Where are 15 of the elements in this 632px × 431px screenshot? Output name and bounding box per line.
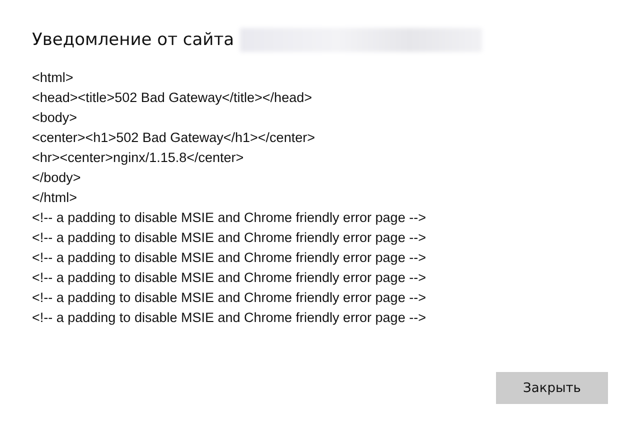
message-line: <!-- a padding to disable MSIE and Chrome friendly error page --> [32,209,427,227]
message-line: <body> [32,109,78,127]
dialog-title: Уведомление от сайта [32,30,234,50]
message-line: <!-- a padding to disable MSIE and Chrome friendly error page --> [32,289,427,307]
message-line: <hr><center>nginx/1.15.8</center> [32,149,245,167]
message-line: <head><title>502 Bad Gateway</title></head> [32,89,313,107]
message-line: </body> [32,169,82,187]
message-line: </html> [32,189,78,207]
message-line: <!-- a padding to disable MSIE and Chrome friendly error page --> [32,309,427,327]
message-line: <!-- a padding to disable MSIE and Chrome friendly error page --> [32,269,427,287]
message-line: <html> [32,69,74,87]
message-line: <!-- a padding to disable MSIE and Chrome friendly error page --> [32,229,427,247]
message-line: <center><h1>502 Bad Gateway</h1></center> [32,129,316,147]
message-line: <!-- a padding to disable MSIE and Chrome friendly error page --> [32,249,427,267]
close-button[interactable]: Закрыть [496,372,608,404]
